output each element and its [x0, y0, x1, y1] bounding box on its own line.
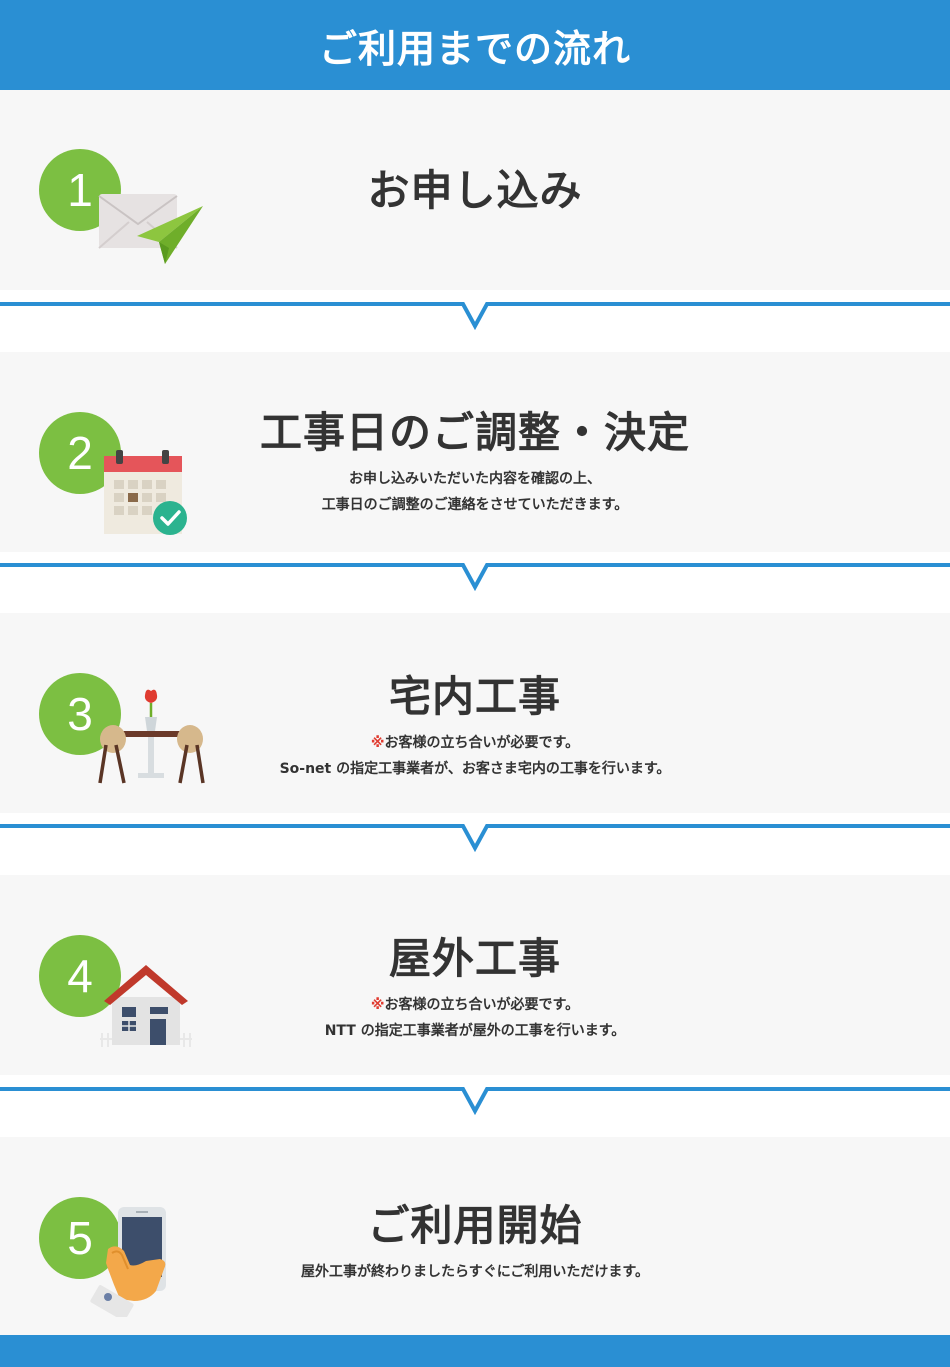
step-content: 宅内工事 ※お客様の立ち合いが必要です。 So-net の指定工事業者が、お客さ…	[200, 672, 750, 782]
house-icon	[100, 965, 192, 1047]
smartphone-hand-icon	[90, 1207, 166, 1317]
step-title: 宅内工事	[388, 672, 561, 721]
step-5: 5 ご利用開始 屋外工事が終わりましたらすぐにご利用いただけます。	[0, 1137, 950, 1337]
dining-table-icon	[98, 689, 205, 784]
step-arrow-divider	[0, 563, 950, 591]
step-arrow-divider	[0, 824, 950, 852]
calendar-check-icon	[104, 450, 187, 535]
step-description: お申し込みいただいた内容を確認の上、 工事日のご調整のご連絡をさせていただきます…	[200, 466, 750, 518]
step-arrow-divider	[0, 1087, 950, 1115]
page-title: ご利用までの流れ	[318, 26, 631, 71]
desc-line-2: NTT の指定工事業者が屋外の工事を行います。	[324, 1023, 626, 1040]
step-1: 1 お申し込み	[0, 90, 950, 290]
page-footer-bar	[0, 1335, 950, 1367]
step-title: ご利用開始	[367, 1201, 583, 1250]
step-description: 屋外工事が終わりましたらすぐにご利用いただけます。	[200, 1259, 750, 1285]
step-content: お申し込み	[200, 166, 750, 216]
step-description: ※お客様の立ち合いが必要です。 So-net の指定工事業者が、お客さま宅内の工…	[200, 730, 750, 782]
step-4: 4 屋外工事 ※お客様の立ち合いが必要です。 NTT の指定工事業者が屋外の工事…	[0, 875, 950, 1075]
note-mark: ※	[370, 735, 385, 752]
step-title: 屋外工事	[388, 934, 561, 983]
envelope-paper-plane-icon	[98, 194, 203, 264]
note-text: お客様の立ち合いが必要です。	[384, 997, 580, 1014]
step-3: 3 宅内工事 ※お客様の立ち合いが必要です。 So-net の指定工事業者が、お…	[0, 613, 950, 813]
step-content: 工事日のご調整・決定 お申し込みいただいた内容を確認の上、 工事日のご調整のご連…	[200, 408, 750, 518]
note-mark: ※	[370, 997, 385, 1014]
note-text: お客様の立ち合いが必要です。	[384, 735, 580, 752]
desc-line-1: お申し込みいただいた内容を確認の上、	[349, 471, 601, 488]
step-arrow-divider	[0, 302, 950, 330]
step-content: 屋外工事 ※お客様の立ち合いが必要です。 NTT の指定工事業者が屋外の工事を行…	[200, 934, 750, 1044]
desc-line-2: So-net の指定工事業者が、お客さま宅内の工事を行います。	[279, 761, 671, 778]
page-header: ご利用までの流れ	[0, 0, 950, 90]
desc-line-2: 工事日のご調整のご連絡をさせていただきます。	[321, 497, 629, 514]
desc-line-1: 屋外工事が終わりましたらすぐにご利用いただけます。	[300, 1264, 650, 1281]
step-content: ご利用開始 屋外工事が終わりましたらすぐにご利用いただけます。	[200, 1201, 750, 1285]
step-title: 工事日のご調整・決定	[259, 408, 690, 457]
desc-line-1: ※お客様の立ち合いが必要です。	[200, 992, 750, 1018]
step-description: ※お客様の立ち合いが必要です。 NTT の指定工事業者が屋外の工事を行います。	[200, 992, 750, 1044]
desc-line-1: ※お客様の立ち合いが必要です。	[200, 730, 750, 756]
step-2: 2 工事日のご調整・決定 お申し込みいただいた内容を確認の上、 工事日のご調整の…	[0, 352, 950, 552]
step-title: お申し込み	[367, 166, 583, 215]
